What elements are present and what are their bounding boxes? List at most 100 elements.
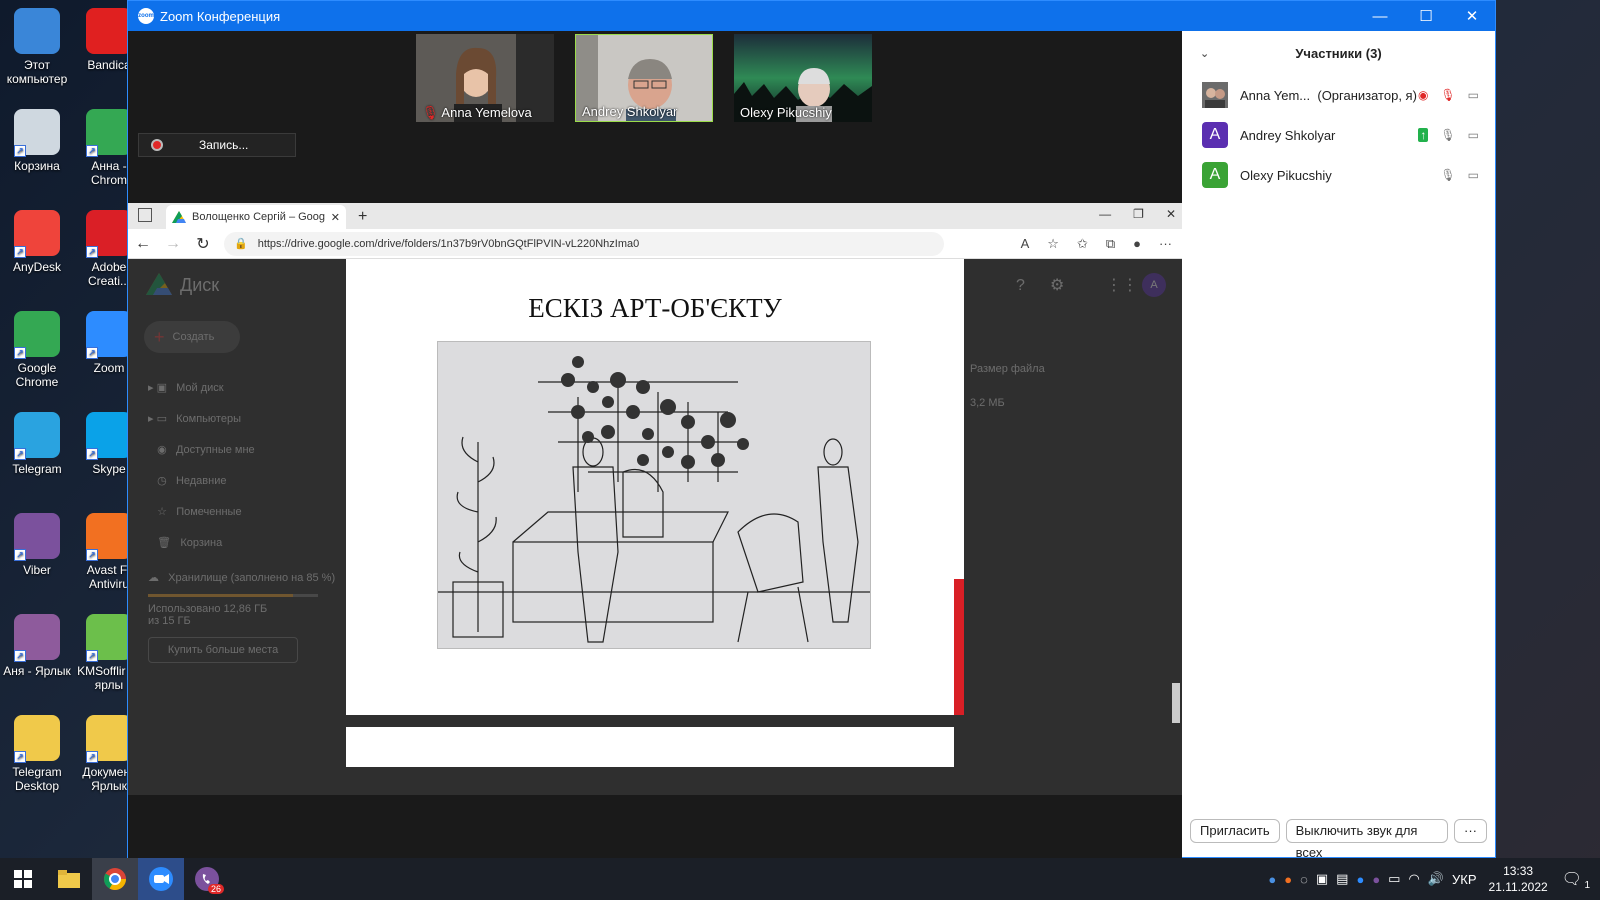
meeting-stage: 🎙 Anna Yemelova Andrey Shkolyar Olexy Pi…: [128, 31, 1182, 859]
battery-icon[interactable]: ▭: [1388, 871, 1400, 887]
shortcut-arrow-icon: ↗: [14, 145, 26, 157]
winrar-icon: ↗: [14, 614, 60, 662]
participant-row[interactable]: Anna Yem... (Организатор, я) ◉ 🎙 ▭: [1182, 75, 1495, 115]
avast-tray-icon[interactable]: ●: [1284, 872, 1292, 887]
favorite-star-icon[interactable]: ☆: [1047, 236, 1059, 252]
read-aloud-icon[interactable]: A: [1021, 236, 1030, 252]
help-icon[interactable]: ?: [1016, 277, 1025, 295]
participant-row[interactable]: A Olexy Pikucshiy 🎙 ▭: [1182, 155, 1495, 195]
video-tile-olexy[interactable]: Olexy Pikucshiy: [734, 34, 872, 122]
tray-app-icon[interactable]: ▤: [1336, 871, 1348, 887]
desktop-icon[interactable]: ↗ AnyDesk: [0, 210, 74, 274]
collections-icon[interactable]: ⧉: [1106, 236, 1115, 252]
drive-nav-item[interactable]: ◷ Недавние: [148, 466, 255, 497]
start-button[interactable]: [0, 858, 46, 900]
mute-all-button[interactable]: Выключить звук для всех: [1285, 819, 1448, 860]
recording-indicator[interactable]: Запись...: [138, 133, 296, 157]
chevron-down-icon[interactable]: ⌄: [1200, 47, 1209, 60]
forward-arrow-icon[interactable]: →: [158, 235, 188, 253]
storage-used: Использовано 12,86 ГБ из 15 ГБ: [148, 603, 268, 627]
drive-nav-item[interactable]: ▸ ▭ Компьютеры: [148, 404, 255, 435]
more-options-button[interactable]: ···: [1454, 819, 1487, 843]
wifi-icon[interactable]: ◠: [1408, 871, 1419, 887]
video-camera-icon[interactable]: ▭: [1468, 88, 1479, 102]
browser-toolbar: ← → ↻ 🔒 https://drive.google.com/drive/f…: [128, 229, 1182, 259]
participant-row[interactable]: A Andrey Shkolyar ↑ 🎙 ▭: [1182, 115, 1495, 155]
close-button[interactable]: ✕: [1449, 1, 1495, 31]
video-name-label: Olexy Pikucshiy: [740, 105, 832, 120]
participants-footer: Пригласить Выключить звук для всех ···: [1190, 819, 1487, 860]
video-tile-anna[interactable]: 🎙 Anna Yemelova: [416, 34, 554, 122]
browser-tab[interactable]: Волощенко Сергій – Google Д ✕: [166, 205, 346, 229]
minimize-button[interactable]: —: [1357, 1, 1403, 31]
language-indicator[interactable]: УКР: [1452, 872, 1477, 887]
buy-storage-button[interactable]: Купить больше места: [148, 637, 298, 663]
recycle-bin-icon: ↗: [14, 109, 60, 157]
mic-icon[interactable]: 🎙: [1440, 128, 1455, 142]
document-icon: ↗: [86, 715, 132, 763]
taskbar-explorer[interactable]: [46, 858, 92, 900]
onedrive-icon[interactable]: ●: [1268, 872, 1276, 887]
drive-nav-item[interactable]: ☆ Помеченные: [148, 497, 255, 528]
nav-label: Доступные мне: [175, 444, 255, 456]
shortcut-arrow-icon: ↗: [14, 347, 26, 359]
clock-time: 13:33: [1503, 864, 1534, 878]
shortcut-arrow-icon: ↗: [14, 549, 26, 561]
tray-app-icon[interactable]: ▣: [1316, 871, 1328, 887]
favorites-icon[interactable]: ✩: [1077, 236, 1088, 252]
mic-icon[interactable]: 🎙: [1440, 168, 1455, 182]
tab-actions-icon[interactable]: [138, 208, 152, 222]
video-camera-icon[interactable]: ▭: [1468, 128, 1479, 142]
browser-close-button[interactable]: ✕: [1166, 207, 1176, 221]
address-bar[interactable]: 🔒 https://drive.google.com/drive/folders…: [224, 231, 944, 256]
back-arrow-icon[interactable]: ←: [128, 235, 158, 253]
desktop-icon[interactable]: ↗ Аня - Ярлык: [0, 614, 74, 678]
account-avatar[interactable]: A: [1142, 273, 1166, 297]
desktop-icon[interactable]: ↗ Корзина: [0, 109, 74, 173]
zoom-titlebar: zoom Zoom Конференция — ☐ ✕: [128, 1, 1495, 31]
taskbar-viber[interactable]: 26: [184, 858, 230, 900]
maximize-button[interactable]: ☐: [1403, 1, 1449, 31]
browser-minimize-button[interactable]: —: [1099, 207, 1111, 221]
create-button[interactable]: + Создать: [144, 321, 240, 353]
drive-nav-item[interactable]: ◉ Доступные мне: [148, 435, 255, 466]
chrome-icon: ↗: [86, 109, 132, 157]
viber-tray-icon[interactable]: ●: [1372, 872, 1380, 887]
taskbar-zoom[interactable]: [138, 858, 184, 900]
reload-icon[interactable]: ↻: [188, 234, 218, 254]
apps-grid-icon[interactable]: ⋮⋮: [1106, 275, 1138, 295]
participants-header: ⌄ Участники (3): [1182, 31, 1495, 75]
video-tile-andrey[interactable]: Andrey Shkolyar: [575, 34, 713, 122]
invite-button[interactable]: Пригласить: [1190, 819, 1280, 843]
shortcut-arrow-icon: ↗: [14, 751, 26, 763]
zoom-window: zoom Zoom Конференция — ☐ ✕ 🎙 Anna Yemel…: [127, 0, 1496, 860]
more-menu-icon[interactable]: ···: [1159, 236, 1172, 252]
desktop-icon[interactable]: ↗ Telegram: [0, 412, 74, 476]
folder-icon: ↗: [14, 715, 60, 763]
desktop-icon[interactable]: Этот компьютер: [0, 8, 74, 86]
profile-icon[interactable]: ●: [1133, 236, 1141, 252]
settings-gear-icon[interactable]: ⚙: [1050, 275, 1064, 295]
tab-close-icon[interactable]: ✕: [331, 211, 340, 224]
zoom-icon: ↗: [86, 311, 132, 359]
new-tab-button[interactable]: +: [358, 205, 367, 229]
drive-nav-item[interactable]: ▸ ▣ Мой диск: [148, 373, 255, 404]
zoom-tray-icon[interactable]: ●: [1356, 872, 1364, 887]
drive-nav-item[interactable]: 🗑 Корзина: [148, 528, 255, 559]
scrollbar-thumb[interactable]: [1172, 683, 1180, 723]
participants-title: Участники (3): [1295, 45, 1382, 61]
taskbar-chrome[interactable]: [92, 858, 138, 900]
desktop-icon[interactable]: ↗ Google Chrome: [0, 311, 74, 389]
red-accent-bar: [954, 579, 964, 715]
volume-icon[interactable]: 🔊: [1428, 871, 1444, 887]
tray-app-icon[interactable]: ◌: [1300, 872, 1308, 887]
nav-label: Помеченные: [176, 506, 242, 518]
browser-restore-button[interactable]: ❐: [1133, 207, 1144, 221]
clock[interactable]: 13:33 21.11.2022: [1489, 863, 1548, 895]
desktop-icon-label: Google Chrome: [15, 361, 59, 389]
desktop-icon[interactable]: ↗ Viber: [0, 513, 74, 577]
muted-mic-icon[interactable]: 🎙: [1440, 88, 1455, 102]
notification-center-icon[interactable]: 🗨 1: [1562, 869, 1590, 891]
video-camera-icon[interactable]: ▭: [1468, 168, 1479, 182]
desktop-icon[interactable]: ↗ Telegram Desktop: [0, 715, 74, 793]
